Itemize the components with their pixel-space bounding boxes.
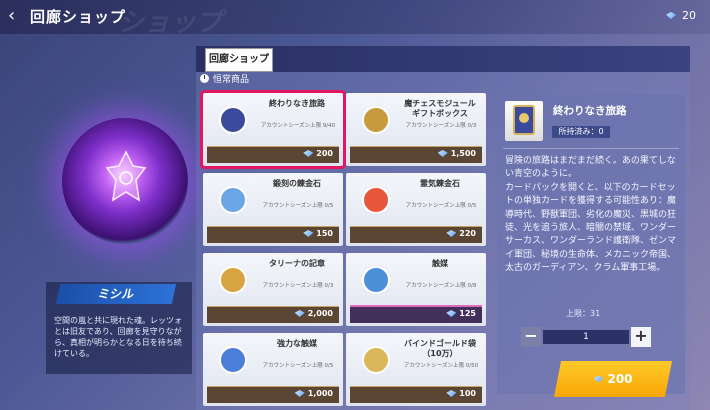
- price-bar: 200: [207, 146, 339, 163]
- book-card-icon: [219, 106, 247, 134]
- price-value: 125: [459, 309, 476, 318]
- shop-item-card[interactable]: 魔チェスモジュール ギフトボックス アカウントシーズン上限 0/3 1,500: [346, 93, 486, 166]
- gem-icon: [437, 150, 448, 157]
- header-ghost-text: ショップ: [118, 8, 223, 38]
- item-price: 2,000: [294, 309, 333, 318]
- shop-item-card[interactable]: バインドゴールド袋 （10万） アカウントシーズン上限 0/50 100: [346, 333, 486, 406]
- tab-corridor-shop[interactable]: 回廊ショップ: [205, 48, 273, 72]
- shop-item-card[interactable]: タリーナの記章 アカウントシーズン上限 0/3 2,000: [203, 253, 343, 326]
- badge-icon: [219, 266, 247, 294]
- price-value: 2,000: [307, 309, 333, 318]
- price-bar: 220: [350, 226, 482, 243]
- shop-item-card[interactable]: 霊気錬金石 アカウントシーズン上限 0/5 220: [346, 173, 486, 246]
- item-limit: アカウントシーズン上限 0/3: [405, 123, 477, 129]
- item-limit: アカウントシーズン上限 0/5: [262, 363, 334, 369]
- buy-price: 200: [607, 372, 633, 386]
- alchemy-stone-icon: [219, 186, 247, 214]
- category-text: 恒常商品: [213, 75, 250, 85]
- item-name: 触媒: [432, 259, 448, 268]
- price-bar: 2,000: [207, 306, 339, 323]
- shop-item-card[interactable]: 鍛刻の錬金石 アカウントシーズン上限 0/5 150: [203, 173, 343, 246]
- item-name: 霊気錬金石: [420, 179, 460, 188]
- item-price: 100: [446, 389, 476, 398]
- item-name: 魔チェスモジュール ギフトボックス: [404, 99, 476, 118]
- buy-button[interactable]: 200: [554, 361, 672, 397]
- character-name: ミシル: [55, 284, 177, 304]
- gem-icon: [666, 12, 676, 19]
- clock-icon: [200, 74, 209, 83]
- item-price: 220: [446, 229, 476, 238]
- price-bar: 1,000: [207, 386, 339, 403]
- item-limit: アカウントシーズン上限 0/5: [262, 203, 334, 209]
- item-price: 1,500: [437, 149, 476, 158]
- category-label: 恒常商品: [200, 72, 249, 85]
- currency-display: 20: [666, 9, 696, 22]
- divider: [503, 148, 679, 149]
- gem-icon: [294, 310, 305, 317]
- gem-icon: [294, 390, 305, 397]
- gem-icon: [593, 375, 604, 383]
- currency-amount: 20: [682, 9, 696, 22]
- decrease-button[interactable]: −: [521, 327, 541, 347]
- catalyst-icon: [362, 266, 390, 294]
- item-price: 150: [303, 229, 333, 238]
- page-title: 回廊ショップ: [30, 8, 127, 26]
- quantity-stepper: − 1 +: [521, 327, 651, 347]
- item-name: タリーナの記章: [269, 259, 325, 268]
- price-value: 1,500: [450, 149, 476, 158]
- quantity-value[interactable]: 1: [543, 330, 629, 344]
- item-name: 強力な触媒: [277, 339, 317, 348]
- price-value: 100: [459, 389, 476, 398]
- item-limit: アカウントシーズン上限 0/50: [403, 363, 479, 369]
- item-limit: アカウントシーズン上限 0/5: [405, 203, 477, 209]
- price-value: 200: [316, 149, 333, 158]
- price-value: 150: [316, 229, 333, 238]
- item-name: 終わりなき旅路: [269, 99, 325, 108]
- gem-icon: [446, 310, 457, 317]
- item-limit: アカウントシーズン上限 0/3: [262, 283, 334, 289]
- item-limit: アカウントシーズン上限 9/40: [260, 123, 336, 129]
- item-name: バインドゴールド袋 （10万）: [404, 339, 476, 358]
- gift-box-icon: [362, 106, 390, 134]
- gem-icon: [446, 390, 457, 397]
- owned-badge: 所持済み：0: [552, 126, 610, 138]
- shop-item-card[interactable]: 触媒 アカウントシーズン上限 0/8 125: [346, 253, 486, 326]
- gold-bag-icon: [362, 346, 390, 374]
- item-price: 125: [446, 309, 476, 318]
- gem-icon: [303, 150, 314, 157]
- price-bar: 1,500: [350, 146, 482, 163]
- orb-emblem-icon: [105, 150, 147, 202]
- increase-button[interactable]: +: [631, 327, 651, 347]
- shop-item-card[interactable]: 強力な触媒 アカウントシーズン上限 0/5 1,000: [203, 333, 343, 406]
- price-value: 220: [459, 229, 476, 238]
- back-button[interactable]: ‹: [8, 6, 28, 26]
- item-price: 1,000: [294, 389, 333, 398]
- price-value: 1,000: [307, 389, 333, 398]
- shop-item-card[interactable]: 終わりなき旅路 アカウントシーズン上限 9/40 200: [203, 93, 343, 166]
- strong-catalyst-icon: [219, 346, 247, 374]
- item-name: 鍛刻の錬金石: [273, 179, 321, 188]
- price-bar: 125: [350, 305, 482, 323]
- item-price: 200: [303, 149, 333, 158]
- detail-item-name: 終わりなき旅路: [553, 105, 627, 117]
- character-description: 空間の嵐と共に現れた魂。レッツォとは旧友であり、回廊を見守りながら、真相が明らか…: [54, 316, 182, 358]
- detail-description: 冒険の旅路はまだまだ続く。あの果てしない青空のように。 カードパックを開くと、以…: [505, 156, 677, 274]
- book-card-icon: [513, 105, 535, 135]
- gem-icon: [303, 230, 314, 237]
- spirit-stone-icon: [362, 186, 390, 214]
- gem-icon: [446, 230, 457, 237]
- price-bar: 100: [350, 386, 482, 403]
- price-bar: 150: [207, 226, 339, 243]
- item-limit: アカウントシーズン上限 0/8: [405, 283, 477, 289]
- detail-item-icon: [505, 101, 543, 141]
- purchase-limit: 上限：31: [566, 309, 601, 318]
